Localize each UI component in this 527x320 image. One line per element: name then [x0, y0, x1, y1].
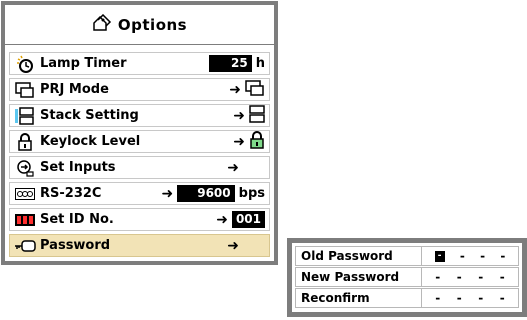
- arrow-right-icon: ➜: [227, 237, 239, 254]
- digit: -: [456, 291, 462, 305]
- new-password-field[interactable]: - - - -: [422, 270, 518, 284]
- digit: -: [499, 270, 505, 284]
- menu-item-lamp-timer[interactable]: Lamp Timer 25 h: [9, 52, 270, 75]
- new-password-label: New Password: [296, 268, 422, 286]
- stack-icon: [249, 104, 265, 127]
- arrow-right-icon: ➜: [233, 107, 245, 124]
- rs232c-icon: [14, 185, 36, 203]
- digit: -: [435, 291, 441, 305]
- digit: -: [480, 249, 486, 263]
- menu-item-stack-setting[interactable]: Stack Setting ➜: [9, 104, 270, 127]
- set-id-value: 001: [231, 211, 265, 228]
- set-inputs-icon: [14, 159, 36, 177]
- old-password-row[interactable]: Old Password - - - -: [295, 246, 519, 266]
- lamp-timer-unit: h: [255, 56, 265, 71]
- options-title: Options: [117, 15, 188, 34]
- lamp-timer-value: 25: [209, 55, 252, 72]
- menu-item-prj-mode[interactable]: PRJ Mode ➜: [9, 78, 270, 101]
- menu-item-keylock-level[interactable]: Keylock Level ➜: [9, 130, 270, 153]
- old-password-label: Old Password: [296, 247, 422, 265]
- reconfirm-row[interactable]: Reconfirm - - - -: [295, 288, 519, 308]
- digit: -: [499, 291, 505, 305]
- keylock-icon: [249, 130, 265, 153]
- menu-item-label: Stack Setting: [40, 108, 139, 123]
- arrow-right-icon: ➜: [227, 159, 239, 176]
- digit: -: [478, 291, 484, 305]
- old-password-field[interactable]: - - - -: [422, 249, 518, 263]
- options-header: Options: [5, 5, 274, 44]
- options-menu: Lamp Timer 25 h PRJ Mode ➜ Stack Setting…: [5, 45, 274, 261]
- arrow-right-icon: ➜: [229, 81, 241, 98]
- password-dialog-body: Old Password - - - - New Password - - - …: [292, 243, 522, 312]
- arrow-right-icon: ➜: [216, 211, 228, 228]
- digit: -: [456, 270, 462, 284]
- options-panel: Options Lamp Timer 25 h PRJ Mode ➜ Stack…: [1, 1, 278, 265]
- keylock-icon: [14, 132, 36, 151]
- menu-item-set-inputs[interactable]: Set Inputs ➜: [9, 156, 270, 179]
- arrow-right-icon: ➜: [233, 133, 245, 150]
- menu-item-label: Set ID No.: [40, 212, 114, 227]
- lamp-timer-icon: [14, 55, 36, 73]
- rs232c-value: 9600: [177, 185, 235, 202]
- menu-item-set-id[interactable]: Set ID No. ➜ 001: [9, 208, 270, 231]
- menu-item-label: Set Inputs: [40, 160, 116, 175]
- stack-icon: [14, 106, 36, 125]
- menu-item-label: RS-232C: [40, 186, 102, 201]
- digit: -: [478, 270, 484, 284]
- new-password-row[interactable]: New Password - - - -: [295, 267, 519, 287]
- prj-mode-icon: [14, 81, 36, 99]
- digit: -: [500, 249, 506, 263]
- menu-item-password[interactable]: Password ➜: [9, 234, 270, 257]
- password-key-icon: [14, 237, 36, 255]
- menu-item-label: Lamp Timer: [40, 56, 127, 71]
- menu-item-label: Keylock Level: [40, 134, 141, 149]
- rs232c-unit: bps: [238, 186, 265, 201]
- arrow-right-icon: ➜: [161, 185, 174, 202]
- set-id-icon: [14, 211, 36, 229]
- prj-mode-icon: [245, 79, 265, 100]
- reconfirm-field[interactable]: - - - -: [422, 291, 518, 305]
- digit: -: [459, 249, 465, 263]
- menu-item-label: PRJ Mode: [40, 82, 109, 97]
- reconfirm-label: Reconfirm: [296, 289, 422, 307]
- input-cursor: -: [434, 250, 445, 262]
- digit: -: [435, 270, 441, 284]
- options-icon: [92, 13, 112, 36]
- menu-item-rs232c[interactable]: RS-232C ➜ 9600 bps: [9, 182, 270, 205]
- menu-item-label: Password: [40, 238, 111, 253]
- password-dialog: Old Password - - - - New Password - - - …: [287, 238, 527, 317]
